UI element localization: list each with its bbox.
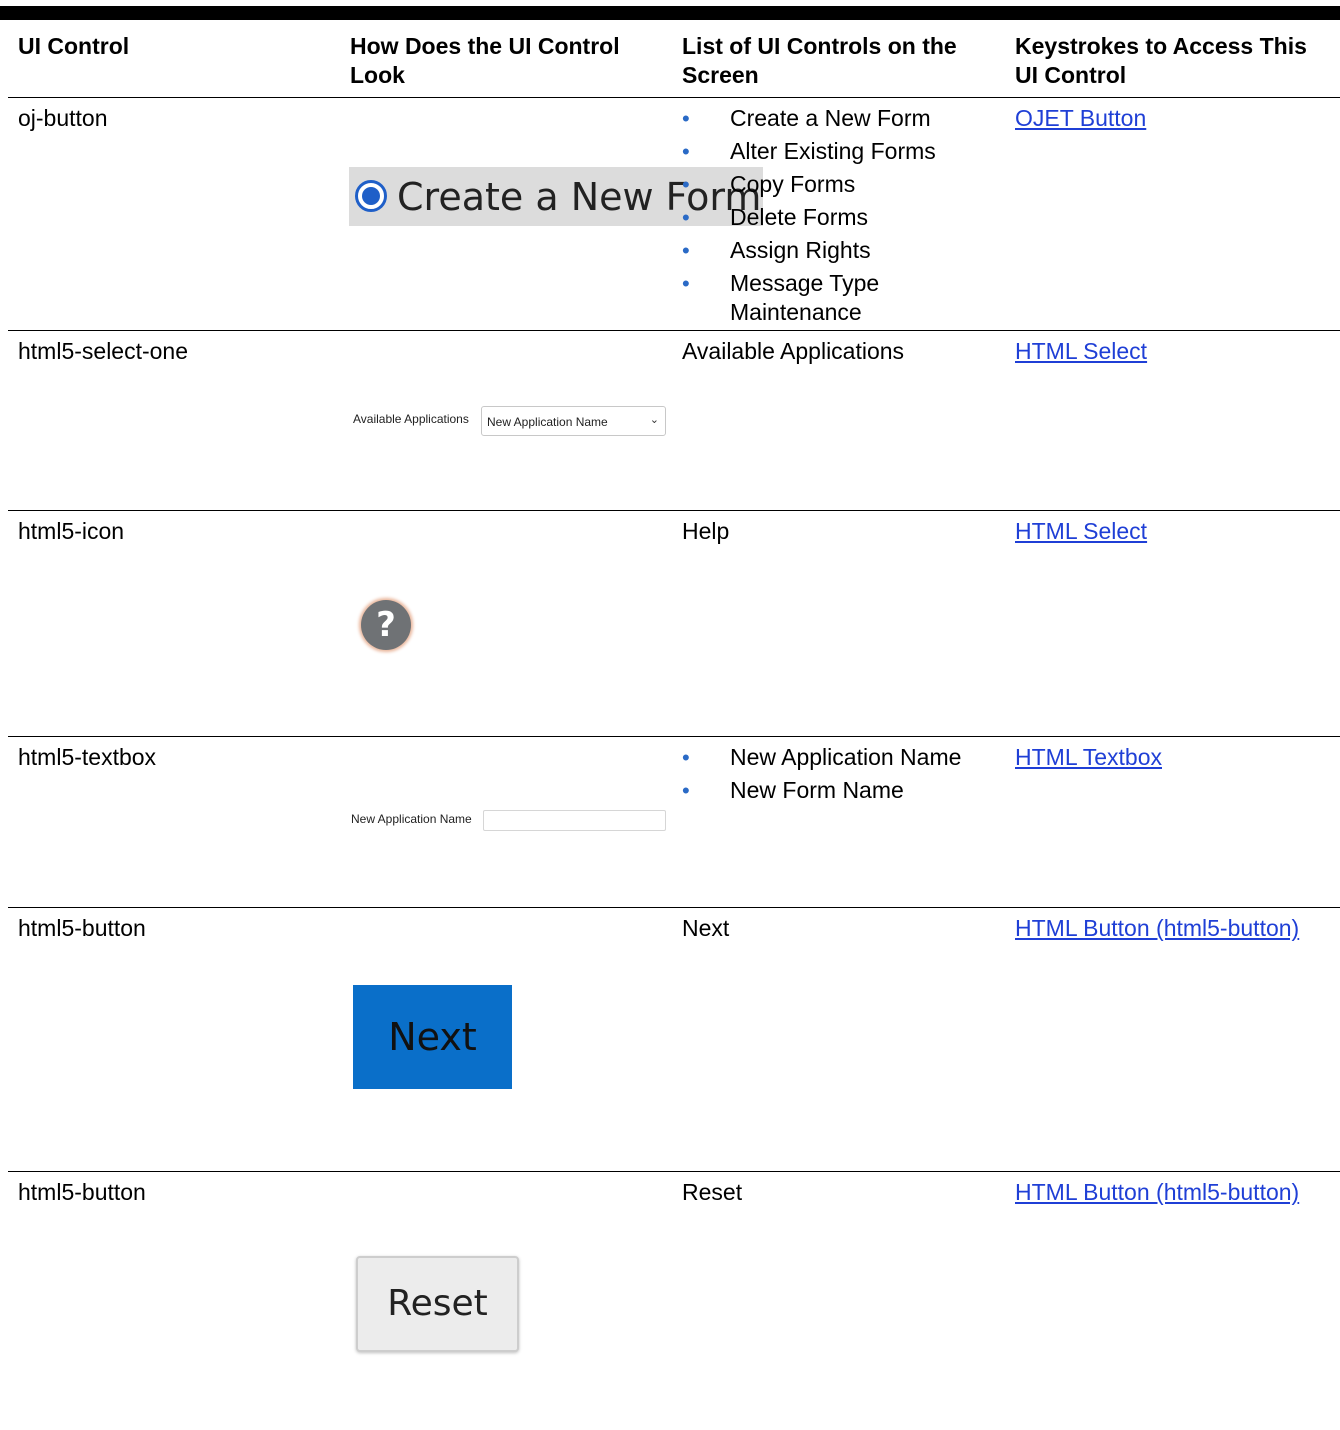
bullet-icon: • <box>682 238 690 263</box>
controls-list-item: Reset <box>682 1179 743 1205</box>
html-textbox-link[interactable]: HTML Textbox <box>1015 744 1162 770</box>
next-button-sample: Next <box>353 985 512 1089</box>
list-item: • Message Type Maintenance <box>682 270 880 325</box>
row-divider <box>340 330 1340 331</box>
list-item: • Assign Rights <box>682 234 1002 267</box>
row-divider <box>340 1171 1340 1172</box>
textbox-sample-label: New Application Name <box>351 812 472 826</box>
bullet-icon: • <box>682 106 690 131</box>
bullet-icon: • <box>682 172 690 197</box>
html-select-link[interactable]: HTML Select <box>1015 518 1147 544</box>
chevron-down-icon: ⌄ <box>649 414 659 426</box>
row-divider <box>8 1171 340 1172</box>
list-item: • New Application Name <box>682 741 1002 774</box>
list-item: • Copy Forms <box>682 168 1002 201</box>
reset-button-sample: Reset <box>356 1256 519 1352</box>
select-value: New Application Name <box>487 415 608 429</box>
bullet-icon: • <box>682 271 690 296</box>
control-name: oj-button <box>18 105 108 131</box>
controls-list: • Create a New Form • Alter Existing Forms… <box>682 102 1002 327</box>
row-divider <box>340 97 1340 98</box>
row-divider <box>8 97 340 98</box>
row-divider <box>340 907 1340 908</box>
html-button-link[interactable]: HTML Button (html5-button) <box>1015 1179 1299 1205</box>
list-item: • Delete Forms <box>682 201 1002 234</box>
row-divider <box>8 736 340 737</box>
textbox-sample <box>483 810 666 831</box>
controls-list-item: Help <box>682 518 730 544</box>
top-rule <box>0 6 1340 20</box>
header-controls-list: List of UI Controls on the Screen <box>682 33 957 88</box>
html-select-link[interactable]: HTML Select <box>1015 338 1147 364</box>
control-name: html5-select-one <box>18 338 189 364</box>
list-item: • New Form Name <box>682 774 1002 807</box>
select-sample: New Application Name ⌄ <box>481 406 666 436</box>
header-look: How Does the UI Control Look <box>350 33 620 88</box>
header-ui-control: UI Control <box>18 33 130 59</box>
bullet-icon: • <box>682 745 690 770</box>
help-icon: ? <box>361 600 411 650</box>
bullet-icon: • <box>682 778 690 803</box>
row-divider <box>340 736 1340 737</box>
header-keystrokes: Keystrokes to Access This UI Control <box>1015 33 1307 88</box>
controls-list-item: Next <box>682 915 730 941</box>
radio-selected-icon <box>355 180 387 212</box>
row-divider <box>8 510 340 511</box>
control-name: html5-icon <box>18 518 125 544</box>
control-name: html5-button <box>18 915 146 941</box>
list-item: • Alter Existing Forms <box>682 135 1002 168</box>
ojet-button-link[interactable]: OJET Button <box>1015 105 1146 131</box>
control-name: html5-textbox <box>18 744 157 770</box>
row-divider <box>8 330 340 331</box>
select-sample-label: Available Applications <box>353 412 469 426</box>
controls-list: • New Application Name • New Form Name <box>682 741 1002 807</box>
html-button-link[interactable]: HTML Button (html5-button) <box>1015 915 1299 941</box>
bullet-icon: • <box>682 205 690 230</box>
list-item: • Create a New Form <box>682 102 1002 135</box>
controls-list-item: Available Applications <box>682 338 905 364</box>
row-divider <box>340 510 1340 511</box>
control-name: html5-button <box>18 1179 146 1205</box>
row-divider <box>8 907 340 908</box>
bullet-icon: • <box>682 139 690 164</box>
